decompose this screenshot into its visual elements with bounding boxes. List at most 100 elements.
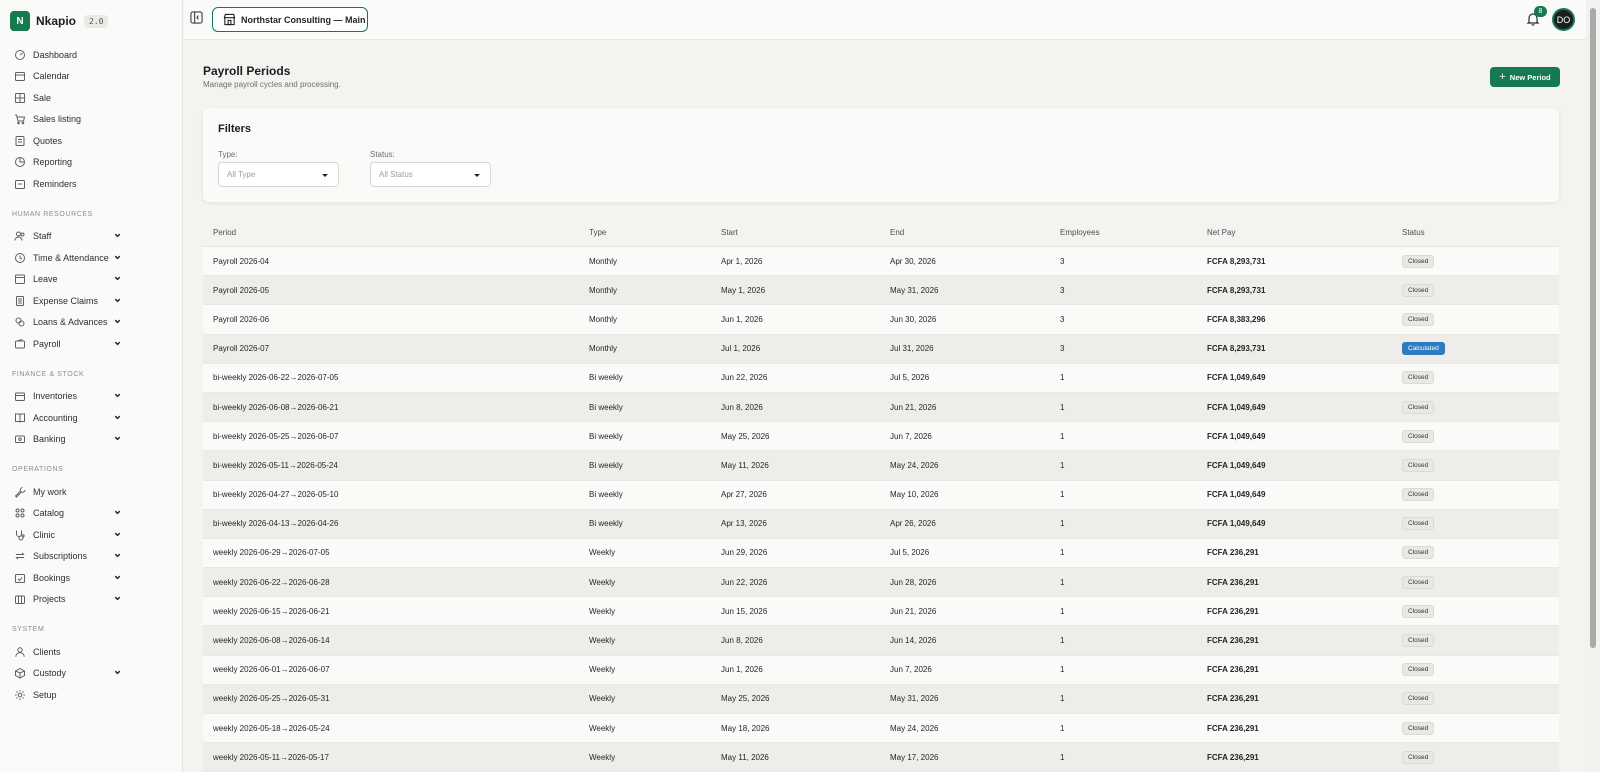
user-avatar[interactable]: DO (1552, 8, 1575, 31)
table-row[interactable]: bi-weekly 2026-06-08→2026-06-21 Bi weekly… (203, 392, 1559, 423)
sidebar-item-staff[interactable]: Staff (0, 226, 183, 248)
cell-employees: 1 (1060, 519, 1065, 529)
users-icon (14, 230, 26, 242)
cell-type: Weekly (589, 606, 616, 616)
table-row[interactable]: bi-weekly 2026-06-22→2026-07-05 Bi weekly… (203, 363, 1559, 393)
sidebar-item-reminders[interactable]: Reminders (0, 173, 183, 195)
cell-net-pay: FCFA 236,291 (1207, 577, 1259, 587)
chevron-down-icon[interactable] (112, 508, 122, 518)
chevron-down-icon[interactable] (112, 572, 122, 582)
sidebar-item-setup[interactable]: Setup (0, 684, 183, 706)
cart-icon (14, 113, 26, 125)
sidebar-item-reporting[interactable]: Reporting (0, 152, 183, 174)
chevron-down-icon[interactable] (112, 338, 122, 348)
sidebar-item-my-work[interactable]: My work (0, 481, 183, 503)
book-icon (14, 412, 26, 424)
column-header-period[interactable]: Period (203, 228, 589, 237)
cell-employees: 3 (1060, 314, 1065, 324)
cell-type: Bi weekly (589, 519, 623, 529)
table-row[interactable]: weekly 2026-05-18→2026-05-24 Weekly May 18… (203, 714, 1559, 744)
sidebar-item-clinic[interactable]: Clinic (0, 524, 183, 546)
scrollbar-thumb[interactable] (1590, 8, 1596, 648)
type-filter-select[interactable]: All Type (218, 162, 339, 187)
cell-type: Monthly (589, 314, 618, 324)
chevron-down-icon[interactable] (112, 295, 122, 305)
table-row[interactable]: weekly 2026-05-11→2026-05-17 Weekly May 11… (203, 743, 1559, 772)
chevron-down-icon[interactable] (112, 551, 122, 561)
column-header-status[interactable]: Status (1402, 228, 1559, 237)
cell-end: Jun 28, 2026 (890, 577, 937, 587)
cell-start: Jun 8, 2026 (721, 636, 763, 646)
sidebar-item-dashboard[interactable]: Dashboard (0, 44, 183, 66)
table-row[interactable]: weekly 2026-06-08→2026-06-14 Weekly Jun 8,… (203, 626, 1559, 656)
chevron-down-icon[interactable] (112, 434, 122, 444)
sidebar-item-expense-claims[interactable]: Expense Claims (0, 290, 183, 312)
organization-switcher[interactable]: Northstar Consulting — Main (212, 7, 368, 32)
table-row[interactable]: bi-weekly 2026-04-27→2026-05-10 Bi weekly… (203, 480, 1559, 510)
chevron-down-icon[interactable] (112, 231, 122, 241)
chevron-down-icon[interactable] (112, 391, 122, 401)
sidebar-item-bookings[interactable]: Bookings (0, 567, 183, 589)
cell-period: Payroll 2026-06 (213, 314, 270, 324)
sidebar-item-sales-listing[interactable]: Sales listing (0, 109, 183, 131)
column-header-net-pay[interactable]: Net Pay (1207, 228, 1402, 237)
table-row[interactable]: bi-weekly 2026-05-11→2026-05-24 Bi weekly… (203, 451, 1559, 481)
sidebar-item-subscriptions[interactable]: Subscriptions (0, 546, 183, 568)
table-row[interactable]: weekly 2026-06-15→2026-06-21 Weekly Jun 15… (203, 597, 1559, 627)
sidebar-item-quotes[interactable]: Quotes (0, 130, 183, 152)
sidebar-item-accounting[interactable]: Accounting (0, 407, 183, 429)
chevron-down-icon[interactable] (112, 274, 122, 284)
table-row[interactable]: Payroll 2026-06 Monthly Jun 1, 2026 Jun 30,… (203, 305, 1559, 335)
version-badge: 2.0 (84, 14, 109, 28)
cell-status: Closed (1402, 312, 1559, 326)
chevron-down-icon[interactable] (112, 412, 122, 422)
brand[interactable]: N Nkapio 2.0 (10, 10, 109, 32)
cell-type: Weekly (589, 548, 616, 558)
cell-status: Closed (1402, 458, 1559, 472)
table-row[interactable]: bi-weekly 2026-04-13→2026-04-26 Bi weekly… (203, 509, 1559, 539)
chevron-down-icon[interactable] (112, 668, 122, 678)
table-row[interactable]: weekly 2026-06-22→2026-06-28 Weekly Jun 22… (203, 568, 1559, 598)
table-row[interactable]: Payroll 2026-07 Monthly Jul 1, 2026 Jul 31,… (203, 334, 1559, 364)
cell-start: May 1, 2026 (721, 285, 766, 295)
sidebar-item-projects[interactable]: Projects (0, 589, 183, 611)
sidebar-item-calendar[interactable]: Calendar (0, 66, 183, 88)
table-row[interactable]: weekly 2026-05-25→2026-05-31 Weekly May 25… (203, 684, 1559, 714)
sidebar-item-sale[interactable]: Sale (0, 87, 183, 109)
table-row[interactable]: weekly 2026-06-01→2026-06-07 Weekly Jun 1,… (203, 655, 1559, 685)
status-badge: Closed (1402, 488, 1435, 502)
column-header-end[interactable]: End (890, 228, 1060, 237)
column-header-type[interactable]: Type (589, 228, 721, 237)
column-header-start[interactable]: Start (721, 228, 890, 237)
column-header-employees[interactable]: Employees (1060, 228, 1207, 237)
status-badge: Closed (1402, 429, 1435, 443)
chevron-down-icon[interactable] (112, 252, 122, 262)
sidebar-toggle-icon[interactable] (190, 11, 203, 24)
status-filter-select[interactable]: All Status (370, 162, 491, 187)
cell-employees: 1 (1060, 460, 1065, 470)
cell-period: bi-weekly 2026-05-25→2026-06-07 (213, 431, 339, 441)
table-row[interactable]: bi-weekly 2026-05-25→2026-06-07 Bi weekly… (203, 422, 1559, 452)
sidebar-item-inventories[interactable]: Inventories (0, 386, 183, 408)
page-scrollbar[interactable] (1586, 0, 1600, 772)
sidebar-item-leave[interactable]: Leave (0, 269, 183, 291)
cell-net-pay: FCFA 1,049,649 (1207, 431, 1266, 441)
table-row[interactable]: Payroll 2026-04 Monthly Apr 1, 2026 Apr 30,… (203, 247, 1559, 277)
sidebar-item-catalog[interactable]: Catalog (0, 503, 183, 525)
chevron-down-icon[interactable] (112, 529, 122, 539)
sidebar-item-clients[interactable]: Clients (0, 641, 183, 663)
sidebar-item-payroll[interactable]: Payroll (0, 333, 183, 355)
chevron-down-icon[interactable] (112, 317, 122, 327)
sidebar-item-custody[interactable]: Custody (0, 663, 183, 685)
cell-start: Jun 22, 2026 (721, 577, 768, 587)
table-row[interactable]: weekly 2026-06-29→2026-07-05 Weekly Jun 29… (203, 538, 1559, 569)
sidebar-item-banking[interactable]: Banking (0, 429, 183, 451)
sidebar-item-label: Payroll (33, 338, 61, 349)
new-period-button[interactable]: + New Period (1490, 67, 1560, 87)
chevron-down-icon[interactable] (112, 594, 122, 604)
sidebar-item-loans-and-advances[interactable]: Loans & Advances (0, 312, 183, 334)
catalog-icon (14, 507, 26, 519)
sidebar-item-time-and-attendance[interactable]: Time & Attendance (0, 247, 183, 269)
table-row[interactable]: Payroll 2026-05 Monthly May 1, 2026 May 31,… (203, 276, 1559, 306)
status-filter-value: All Status (379, 170, 413, 179)
